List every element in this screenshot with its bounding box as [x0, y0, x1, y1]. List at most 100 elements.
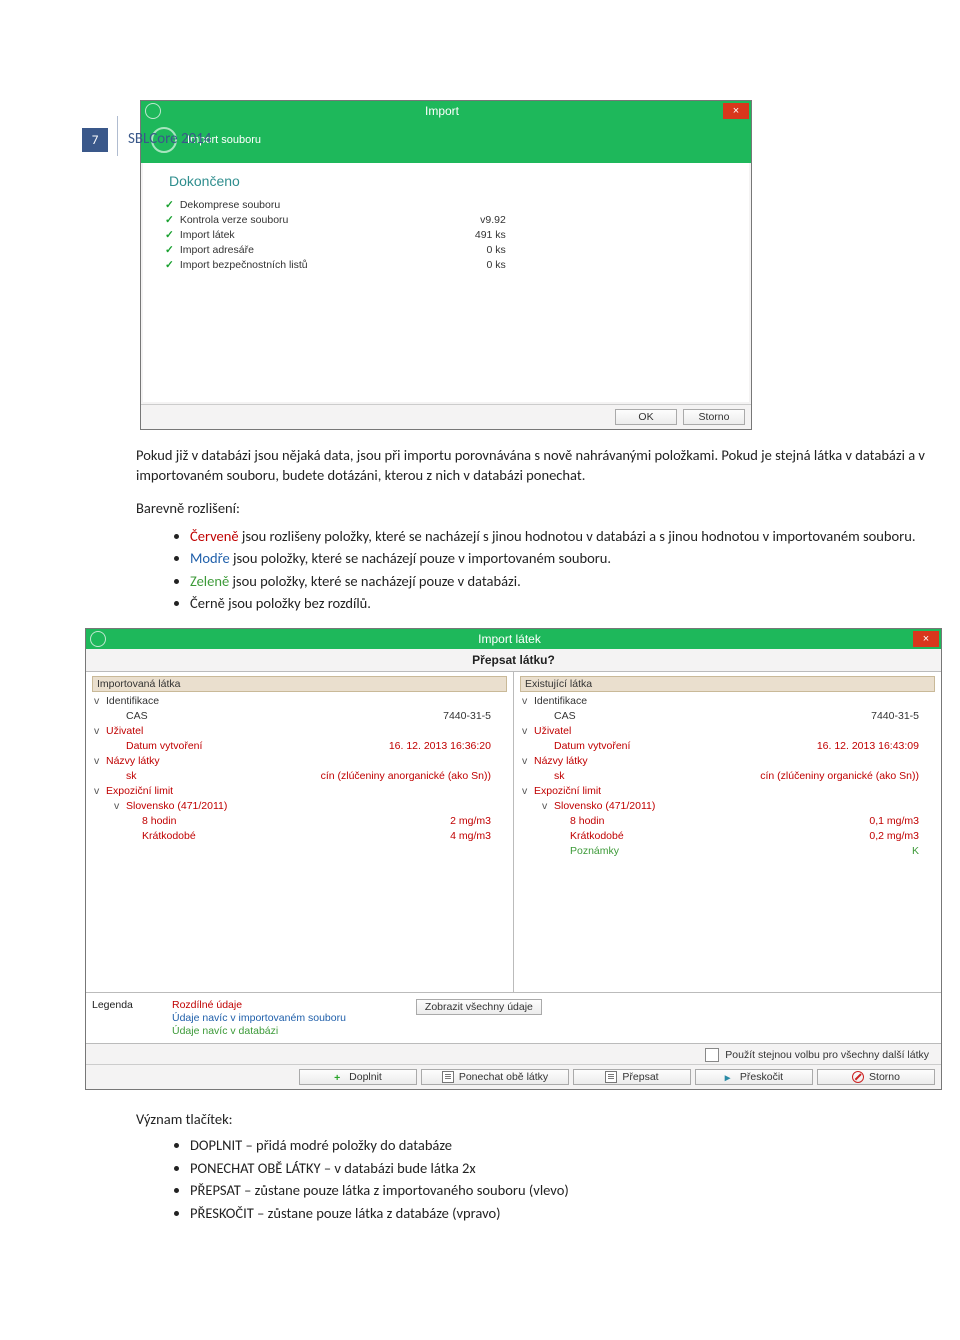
- tree-row[interactable]: vIdentifikace: [92, 694, 507, 709]
- tree-value: 2 mg/m3: [450, 814, 507, 829]
- tree-key: Slovensko (471/2011): [126, 799, 227, 814]
- tree-value: [919, 694, 935, 709]
- preskocit-button[interactable]: ▸Přeskočit: [695, 1069, 813, 1085]
- plus-icon: +: [334, 1072, 344, 1082]
- column-existing: Existující látka vIdentifikaceCAS7440-31…: [514, 672, 941, 992]
- show-all-button[interactable]: Zobrazit všechny údaje: [416, 999, 542, 1015]
- meaning-ponechat: PONECHAT OBĚ LÁTKY – v databázi bude lát…: [190, 1159, 960, 1179]
- caret-icon: v: [542, 799, 550, 814]
- tree-key: Názvy látky: [106, 754, 160, 769]
- tree-row[interactable]: Datum vytvoření16. 12. 2013 16:36:20: [92, 739, 507, 754]
- tree-row[interactable]: vSlovensko (471/2011): [520, 799, 935, 814]
- tree-row[interactable]: CAS7440-31-5: [520, 709, 935, 724]
- screenshot-compare: Import látek × Přepsat látku? Importovan…: [85, 628, 942, 1090]
- ponechat-button[interactable]: Ponechat obě látky: [421, 1069, 569, 1085]
- apply-all-checkbox[interactable]: [705, 1048, 719, 1062]
- tree-row[interactable]: v Uživatel: [92, 724, 507, 739]
- tree-row[interactable]: vUživatel: [520, 724, 935, 739]
- step-value: v9.92: [446, 214, 506, 226]
- tree-value: 16. 12. 2013 16:43:09: [817, 739, 935, 754]
- caret-icon: v: [94, 724, 102, 739]
- tree-value: [919, 754, 935, 769]
- ok-button[interactable]: OK: [615, 409, 677, 425]
- import-step-row: ✓ Dekomprese souboru: [165, 197, 737, 212]
- tree-key: Poznámky: [570, 844, 619, 859]
- tree-key: Datum vytvoření: [554, 739, 630, 754]
- tree-row[interactable]: vExpoziční limit: [92, 784, 507, 799]
- tree-value: [919, 799, 935, 814]
- tree-row[interactable]: vNázvy látky: [92, 754, 507, 769]
- check-icon: ✓: [165, 244, 174, 256]
- tree-value: cín (zlúčeniny organické (ako Sn)): [760, 769, 935, 784]
- dialog-titlebar: Import látek ×: [86, 629, 941, 649]
- tree-value: 4 mg/m3: [450, 829, 507, 844]
- import-step-row: ✓ Import adresáře 0 ks: [165, 242, 737, 257]
- legend-black: Černě jsou položky bez rozdílů.: [190, 594, 960, 614]
- tree-key: sk: [554, 769, 565, 784]
- apply-all-label: Použít stejnou volbu pro všechny další l…: [725, 1049, 929, 1061]
- check-icon: ✓: [165, 199, 174, 211]
- tree-row[interactable]: Datum vytvoření 16. 12. 2013 16:43:09: [520, 739, 935, 754]
- tree-row[interactable]: sk cín (zlúčeniny organické (ako Sn)): [520, 769, 935, 784]
- close-icon[interactable]: ×: [723, 103, 749, 119]
- column-header-imported: Importovaná látka: [92, 676, 507, 692]
- step-value: 0 ks: [446, 244, 506, 256]
- step-label: Dekomprese souboru: [180, 199, 440, 211]
- color-legend-list: Červeně jsou rozlišeny položky, které se…: [170, 527, 960, 614]
- tree-row[interactable]: 8 hodin0,1 mg/m3: [520, 814, 935, 829]
- help-icon[interactable]: [90, 631, 106, 647]
- tree-key: CAS: [554, 709, 576, 724]
- tree-row[interactable]: vNázvy látky: [520, 754, 935, 769]
- paragraph-legend-intro: Barevně rozlišení:: [136, 499, 960, 519]
- legend-line-diff: Rozdílné údaje: [172, 999, 346, 1011]
- dialog-subheader: Import souboru: [141, 121, 751, 163]
- legend-green: Zeleně jsou položky, které se nacházejí …: [190, 572, 960, 592]
- step-label: Kontrola verze souboru: [180, 214, 440, 226]
- caret-icon: v: [114, 799, 122, 814]
- tree-value: [491, 799, 507, 814]
- buttons-meaning-list: DOPLNIT – přidá modré položky do databáz…: [170, 1136, 960, 1223]
- meaning-prepsat: PŘEPSAT – zůstane pouze látka z importov…: [190, 1181, 960, 1201]
- tree-row[interactable]: Poznámky K: [520, 844, 935, 859]
- cancel-button[interactable]: Storno: [683, 409, 745, 425]
- tree-row[interactable]: vExpoziční limit: [520, 784, 935, 799]
- help-icon[interactable]: [145, 103, 161, 119]
- dialog-title: Import látek: [106, 632, 913, 646]
- step-value: 491 ks: [446, 229, 506, 241]
- tree-value: [491, 754, 507, 769]
- close-icon[interactable]: ×: [913, 631, 939, 647]
- legend-red: Červeně jsou rozlišeny položky, které se…: [190, 527, 960, 547]
- caret-icon: v: [522, 694, 530, 709]
- tree-key: CAS: [126, 709, 148, 724]
- tree-value: [491, 724, 507, 739]
- tree-row[interactable]: v Identifikace: [520, 694, 935, 709]
- paragraph-intro: Pokud již v databázi jsou nějaká data, j…: [136, 446, 960, 485]
- dialog-title: Import: [161, 104, 723, 118]
- storno-button[interactable]: Storno: [817, 1069, 935, 1085]
- tree-value: K: [912, 844, 935, 859]
- tree-value: 7440-31-5: [443, 709, 507, 724]
- tree-row[interactable]: Krátkodobé0,2 mg/m3: [520, 829, 935, 844]
- tree-row[interactable]: skcín (zlúčeniny anorganické (ako Sn)): [92, 769, 507, 784]
- tree-value: [919, 784, 935, 799]
- tree-key: Expoziční limit: [534, 784, 601, 799]
- tree-row[interactable]: v Slovensko (471/2011): [92, 799, 507, 814]
- step-label: Import adresáře: [180, 244, 440, 256]
- column-imported: Importovaná látka vIdentifikaceCAS 7440-3…: [86, 672, 514, 992]
- compare-button-bar: +Doplnit Ponechat obě látky Přepsat ▸Pře…: [86, 1064, 941, 1089]
- legend-line-extra-db: Údaje navíc v databázi: [172, 1025, 346, 1037]
- tree-key: Identifikace: [534, 694, 587, 709]
- legend-label: Legenda: [92, 999, 142, 1011]
- tree-key: 8 hodin: [142, 814, 176, 829]
- tree-value: cín (zlúčeniny anorganické (ako Sn)): [321, 769, 507, 784]
- tree-key: Krátkodobé: [142, 829, 196, 844]
- tree-value: [491, 694, 507, 709]
- tree-key: Uživatel: [106, 724, 143, 739]
- tree-row[interactable]: Krátkodobé 4 mg/m3: [92, 829, 507, 844]
- prepsat-button[interactable]: Přepsat: [573, 1069, 691, 1085]
- tree-row[interactable]: CAS 7440-31-5: [92, 709, 507, 724]
- tree-row[interactable]: 8 hodin 2 mg/m3: [92, 814, 507, 829]
- caret-icon: v: [94, 694, 102, 709]
- doplnit-button[interactable]: +Doplnit: [299, 1069, 417, 1085]
- caret-icon: v: [94, 784, 102, 799]
